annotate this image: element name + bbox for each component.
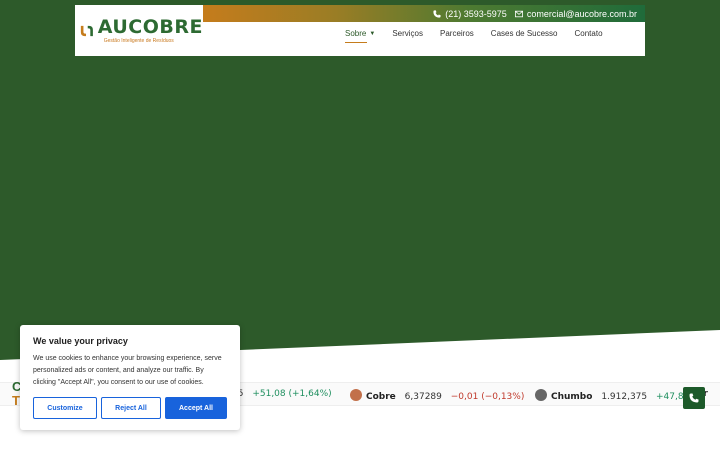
- cookie-title: We value your privacy: [33, 336, 128, 346]
- nav-item-servicos[interactable]: Serviços: [392, 29, 423, 38]
- customize-button[interactable]: Customize: [33, 397, 97, 419]
- top-contact-bar: (21) 3593-5975 comercial@aucobre.com.br: [203, 5, 645, 22]
- phone-icon: [689, 393, 699, 403]
- nav-item-label: Parceiros: [440, 29, 474, 38]
- nav-item-parceiros[interactable]: Parceiros: [440, 29, 474, 38]
- logo[interactable]: AUCOBRE Gestão Inteligente de Resíduos: [75, 5, 203, 56]
- copper-coin-icon: [350, 389, 362, 401]
- nav-item-contato[interactable]: Contato: [575, 29, 603, 38]
- nav-item-label: Sobre: [345, 29, 367, 38]
- lead-coin-icon: [535, 389, 547, 401]
- section-subheading-partial: T: [12, 393, 20, 408]
- nav-item-cases[interactable]: Cases de Sucesso: [491, 29, 558, 38]
- reject-all-button[interactable]: Reject All: [101, 397, 161, 419]
- nav-item-label: Contato: [574, 29, 603, 38]
- cookie-actions: Customize Reject All Accept All: [33, 397, 231, 419]
- active-underline: [345, 42, 368, 43]
- phone-link[interactable]: (21) 3593-5975: [433, 9, 507, 19]
- whatsapp-button[interactable]: [683, 387, 705, 409]
- ticker-item: 75 +51,08 (+1,64%): [232, 389, 332, 399]
- ticker-item: Chumbo 1.912,375 +47,88 (+: [535, 389, 703, 402]
- logo-icon: [80, 25, 93, 36]
- cookie-consent-banner: We value your privacy We use cookies to …: [20, 325, 240, 430]
- ticker-name: Cobre: [366, 392, 396, 402]
- nav-item-sobre[interactable]: Sobre ▼: [345, 29, 376, 43]
- accept-all-button[interactable]: Accept All: [165, 397, 227, 419]
- ticker-price: 1.912,375: [601, 392, 648, 402]
- cookie-text: We use cookies to enhance your browsing …: [33, 355, 222, 386]
- logo-subtitle: Gestão Inteligente de Resíduos: [103, 38, 174, 44]
- site-header: AUCOBRE Gestão Inteligente de Resíduos (…: [75, 5, 645, 56]
- phone-icon: [433, 9, 441, 18]
- logo-title: AUCOBRE: [97, 16, 203, 38]
- ticker-change: +51,08 (+1,64%): [252, 389, 332, 399]
- caret-down-icon: ▼: [369, 30, 376, 37]
- email-link[interactable]: comercial@aucobre.com.br: [514, 8, 637, 19]
- nav-item-label: Serviços: [392, 29, 423, 38]
- ticker-name: Chumbo: [551, 392, 593, 402]
- main-nav: Sobre ▼ Serviços Parceiros Cases de Suce…: [345, 29, 620, 43]
- nav-item-label: Cases de Sucesso: [490, 29, 558, 38]
- phone-number: (21) 3593-5975: [445, 8, 507, 19]
- email-address: comercial@aucobre.com.br: [526, 8, 637, 19]
- ticker-price: 6,37289: [404, 392, 442, 402]
- ticker-item: Cobre 6,37289 −0,01 (−0,13%): [350, 389, 524, 402]
- ticker-change: −0,01 (−0,13%): [450, 392, 525, 402]
- envelope-icon: [514, 10, 523, 17]
